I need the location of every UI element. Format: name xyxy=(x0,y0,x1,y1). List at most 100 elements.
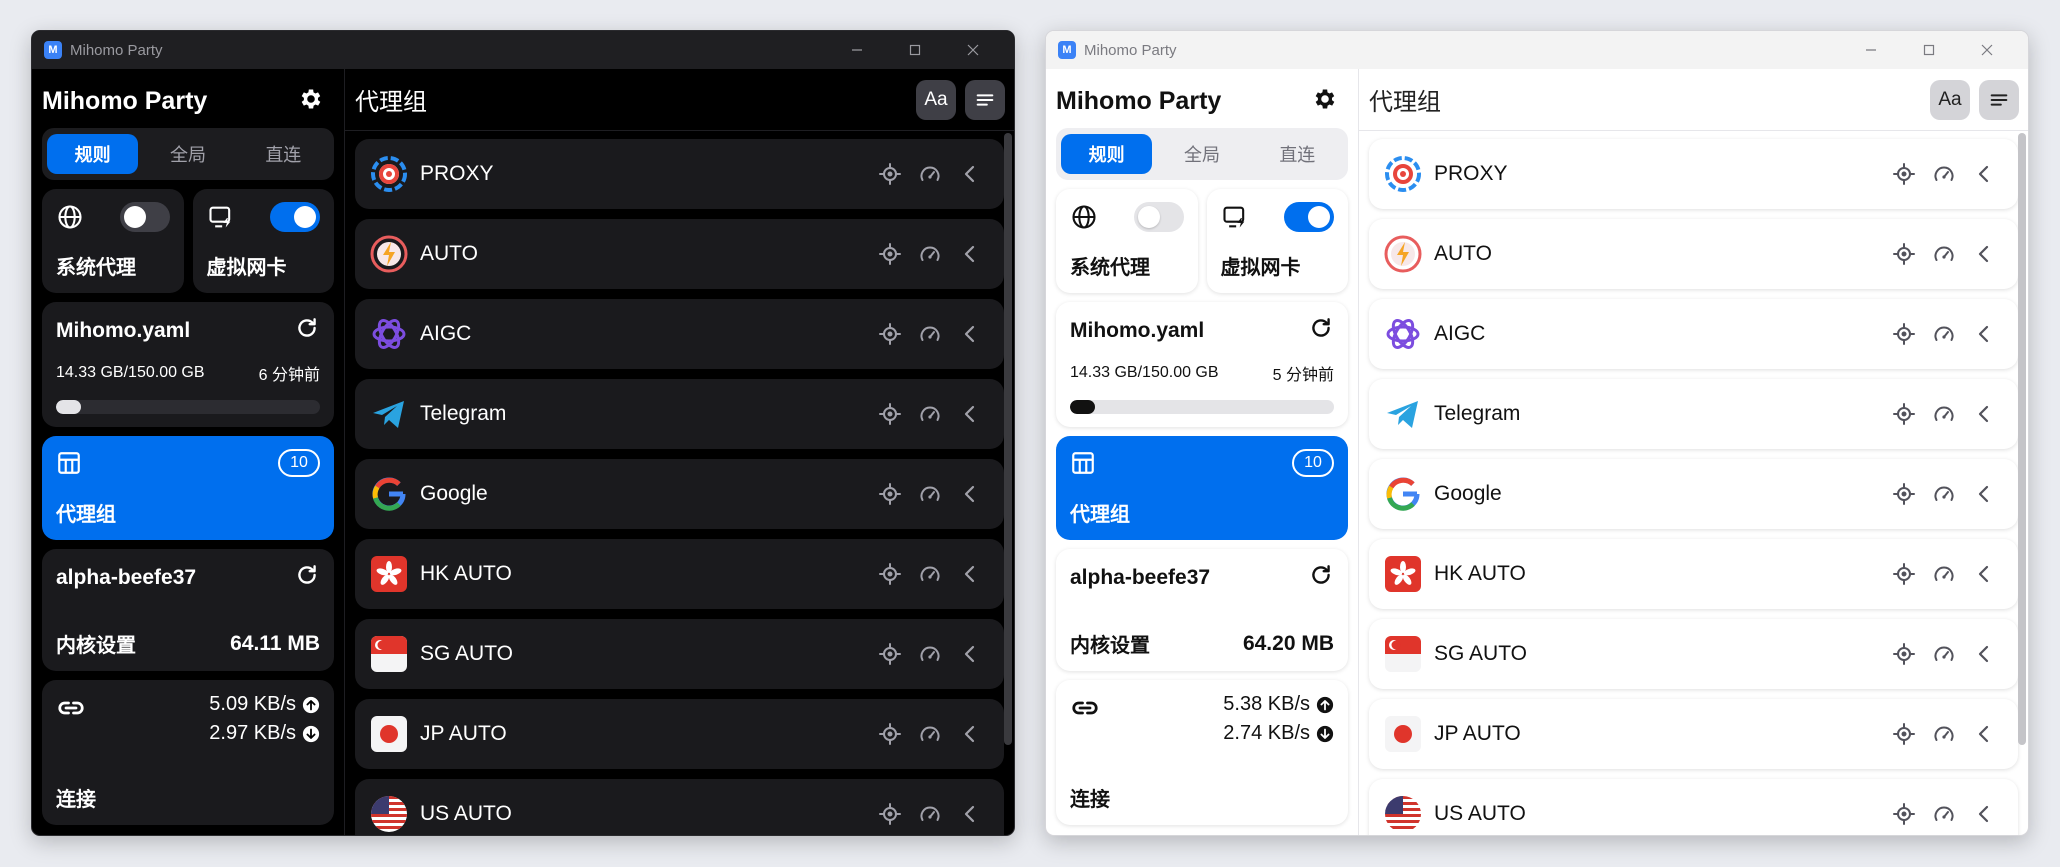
expand-button[interactable] xyxy=(1964,562,2004,586)
sysproxy-toggle[interactable] xyxy=(119,202,170,232)
group-item[interactable]: JP AUTO xyxy=(1369,699,2018,769)
delay-test-button[interactable] xyxy=(910,482,950,506)
locate-button[interactable] xyxy=(1884,162,1924,186)
delay-test-button[interactable] xyxy=(910,402,950,426)
font-toggle-button[interactable]: Aa xyxy=(916,79,956,120)
maximize-button[interactable] xyxy=(1900,43,1958,57)
delay-test-button[interactable] xyxy=(910,322,950,346)
delay-test-button[interactable] xyxy=(1924,562,1964,586)
delay-test-button[interactable] xyxy=(1924,642,1964,666)
sysproxy-toggle[interactable] xyxy=(1133,202,1184,232)
locate-button[interactable] xyxy=(870,482,910,506)
group-item[interactable]: US AUTO xyxy=(355,779,1004,835)
profile-card[interactable]: Mihomo.yaml 14.33 GB/150.00 GB 5 分钟前 xyxy=(1056,302,1348,427)
expand-button[interactable] xyxy=(950,402,990,426)
group-item[interactable]: PROXY xyxy=(355,139,1004,209)
mode-direct-tab[interactable]: 直连 xyxy=(1252,134,1343,174)
group-item[interactable]: AUTO xyxy=(355,219,1004,289)
locate-button[interactable] xyxy=(870,162,910,186)
expand-button[interactable] xyxy=(950,162,990,186)
minimize-button[interactable] xyxy=(1842,43,1900,57)
mode-global-tab[interactable]: 全局 xyxy=(1156,134,1247,174)
connection-card[interactable]: 5.38 KB/s 2.74 KB/s 连接 xyxy=(1056,680,1348,825)
locate-button[interactable] xyxy=(1884,482,1924,506)
locate-button[interactable] xyxy=(870,242,910,266)
group-item[interactable]: JP AUTO xyxy=(355,699,1004,769)
group-list-container[interactable]: PROXY AUTO AIGC Telegram Google HK AUTO SG AUT… xyxy=(345,131,1014,835)
settings-button[interactable] xyxy=(298,86,324,117)
expand-button[interactable] xyxy=(1964,722,2004,746)
proxygroup-nav-card[interactable]: 10 代理组 xyxy=(1056,436,1348,540)
locate-button[interactable] xyxy=(1884,242,1924,266)
tun-card[interactable]: 虚拟网卡 xyxy=(1206,189,1348,293)
locate-button[interactable] xyxy=(870,802,910,826)
sysproxy-card[interactable]: 系统代理 xyxy=(1056,189,1198,293)
locate-button[interactable] xyxy=(870,562,910,586)
tun-card[interactable]: 虚拟网卡 xyxy=(192,189,334,293)
profile-card[interactable]: Mihomo.yaml 14.33 GB/150.00 GB 6 分钟前 xyxy=(42,302,334,427)
locate-button[interactable] xyxy=(1884,642,1924,666)
expand-button[interactable] xyxy=(1964,162,2004,186)
expand-button[interactable] xyxy=(950,242,990,266)
close-button[interactable] xyxy=(1958,43,2016,57)
locate-button[interactable] xyxy=(1884,322,1924,346)
profile-refresh-button[interactable] xyxy=(1308,315,1334,346)
locate-button[interactable] xyxy=(870,642,910,666)
delay-test-button[interactable] xyxy=(910,242,950,266)
group-item[interactable]: AIGC xyxy=(1369,299,2018,369)
delay-test-button[interactable] xyxy=(1924,242,1964,266)
delay-test-button[interactable] xyxy=(910,642,950,666)
delay-test-button[interactable] xyxy=(910,722,950,746)
font-toggle-button[interactable]: Aa xyxy=(1930,79,1970,120)
sysproxy-card[interactable]: 系统代理 xyxy=(42,189,184,293)
group-item[interactable]: AIGC xyxy=(355,299,1004,369)
delay-test-button[interactable] xyxy=(1924,482,1964,506)
group-item[interactable]: AUTO xyxy=(1369,219,2018,289)
core-card[interactable]: alpha-beefe37 内核设置 64.20 MB xyxy=(1056,549,1348,671)
delay-test-button[interactable] xyxy=(1924,722,1964,746)
sort-button[interactable] xyxy=(965,79,1005,120)
tun-toggle[interactable] xyxy=(270,202,320,232)
delay-test-button[interactable] xyxy=(1924,162,1964,186)
group-item[interactable]: HK AUTO xyxy=(1369,539,2018,609)
expand-button[interactable] xyxy=(1964,642,2004,666)
connection-card[interactable]: 5.09 KB/s 2.97 KB/s 连接 xyxy=(42,680,334,825)
delay-test-button[interactable] xyxy=(910,802,950,826)
group-item[interactable]: Telegram xyxy=(1369,379,2018,449)
group-item[interactable]: PROXY xyxy=(1369,139,2018,209)
locate-button[interactable] xyxy=(1884,402,1924,426)
core-restart-button[interactable] xyxy=(294,562,320,593)
group-item[interactable]: Google xyxy=(1369,459,2018,529)
core-card[interactable]: alpha-beefe37 内核设置 64.11 MB xyxy=(42,549,334,671)
mode-rule-tab[interactable]: 规则 xyxy=(47,134,139,174)
expand-button[interactable] xyxy=(950,482,990,506)
locate-button[interactable] xyxy=(1884,722,1924,746)
mode-direct-tab[interactable]: 直连 xyxy=(238,134,329,174)
group-item[interactable]: SG AUTO xyxy=(1369,619,2018,689)
expand-button[interactable] xyxy=(950,642,990,666)
profile-refresh-button[interactable] xyxy=(294,315,320,346)
locate-button[interactable] xyxy=(870,722,910,746)
mode-global-tab[interactable]: 全局 xyxy=(142,134,233,174)
mode-rule-tab[interactable]: 规则 xyxy=(1061,134,1153,174)
close-button[interactable] xyxy=(944,43,1002,57)
delay-test-button[interactable] xyxy=(1924,322,1964,346)
expand-button[interactable] xyxy=(950,722,990,746)
locate-button[interactable] xyxy=(870,322,910,346)
expand-button[interactable] xyxy=(1964,482,2004,506)
expand-button[interactable] xyxy=(1964,242,2004,266)
expand-button[interactable] xyxy=(1964,802,2004,826)
expand-button[interactable] xyxy=(950,802,990,826)
minimize-button[interactable] xyxy=(828,43,886,57)
tun-toggle[interactable] xyxy=(1284,202,1334,232)
group-item[interactable]: Telegram xyxy=(355,379,1004,449)
group-list-container[interactable]: PROXY AUTO AIGC Telegram Google HK AUTO SG AUT… xyxy=(1359,131,2028,835)
locate-button[interactable] xyxy=(1884,562,1924,586)
delay-test-button[interactable] xyxy=(910,562,950,586)
delay-test-button[interactable] xyxy=(1924,802,1964,826)
settings-button[interactable] xyxy=(1312,86,1338,117)
maximize-button[interactable] xyxy=(886,43,944,57)
group-item[interactable]: Google xyxy=(355,459,1004,529)
scrollbar[interactable] xyxy=(1004,133,1012,745)
expand-button[interactable] xyxy=(1964,322,2004,346)
